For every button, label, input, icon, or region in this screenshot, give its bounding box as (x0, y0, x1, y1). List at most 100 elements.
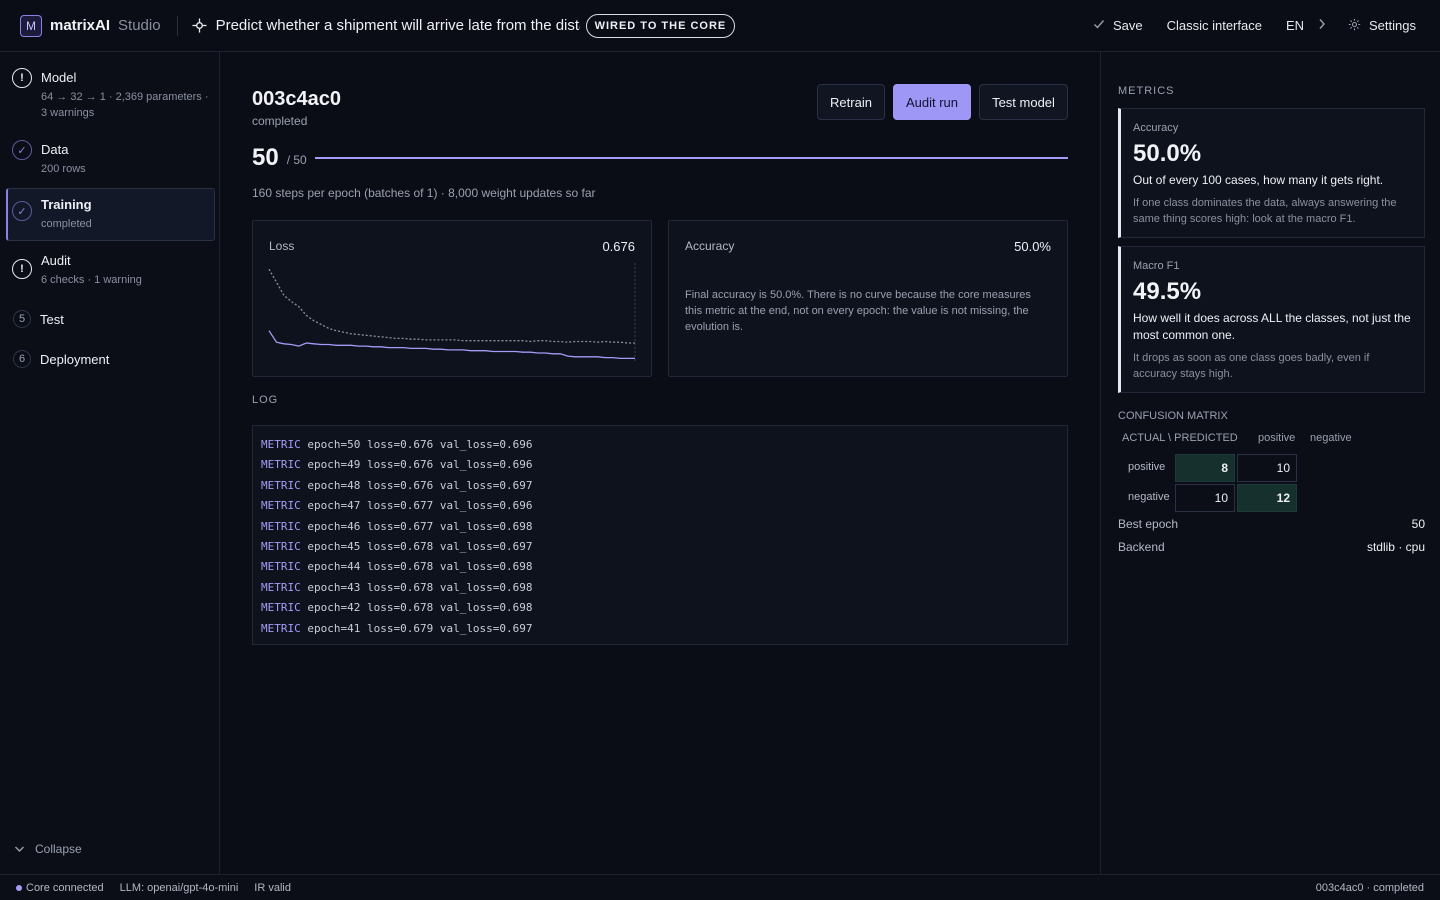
step-subtitle: completed (41, 218, 92, 230)
log-text: epoch=44 loss=0.678 val_loss=0.698 (300, 560, 533, 574)
log-keyword: METRIC (261, 642, 301, 644)
best-epoch-label: Best epoch (1118, 517, 1179, 531)
check-icon: ✓ (12, 201, 32, 221)
best-epoch-row: Best epoch 50 (1118, 517, 1425, 531)
metric-description: Out of every 100 cases, how many it gets… (1133, 173, 1384, 187)
progress-bar (314, 157, 1068, 159)
llm-status: LLM: openai/gpt-4o-mini (119, 881, 239, 894)
best-epoch-value: 50 (1411, 517, 1425, 531)
collapse-label: Collapse (35, 842, 82, 856)
log-keyword: METRIC (261, 519, 301, 533)
brand[interactable]: M matrixAI Studio (20, 14, 161, 37)
step-title: Model (41, 70, 77, 85)
status-dot-icon (16, 884, 22, 891)
log-line: METRIC epoch=46 loss=0.677 val_loss=0.69… (261, 517, 1059, 537)
status-bar: Core connected LLM: openai/gpt-4o-mini I… (0, 874, 1440, 900)
log-text: epoch=41 loss=0.679 val_loss=0.697 (300, 621, 533, 635)
brand-name: matrixAI (50, 17, 111, 34)
backend-row: Backend stdlib · cpu (1118, 540, 1425, 554)
metric-note: It drops as soon as one class goes badly… (1133, 352, 1370, 380)
log-text: epoch=47 loss=0.677 val_loss=0.696 (300, 499, 533, 513)
logo-icon: M (20, 14, 42, 37)
log-keyword: METRIC (261, 601, 301, 615)
log-line: METRIC epoch=47 loss=0.677 val_loss=0.69… (261, 496, 1059, 516)
confusion-cell: 8 (1175, 454, 1235, 482)
log-console[interactable]: METRIC epoch=50 loss=0.676 val_loss=0.69… (252, 425, 1068, 645)
sidebar-step-model[interactable]: ! Model 64 → 32 → 1 · 2,369 parameters ·… (6, 68, 215, 122)
log-line: METRIC epoch=41 loss=0.679 val_loss=0.69… (261, 619, 1059, 639)
project-node-icon (192, 18, 208, 34)
log-text: epoch=49 loss=0.676 val_loss=0.696 (300, 458, 533, 472)
log-line: METRIC epoch=50 loss=0.676 val_loss=0.69… (261, 435, 1059, 455)
log-keyword: METRIC (261, 540, 301, 554)
loss-panel: Loss 0.676 (252, 220, 652, 377)
sidebar-step-data[interactable]: ✓ Data 200 rows (6, 140, 215, 180)
train-loss-line (268, 330, 635, 360)
loss-value: 0.676 (602, 239, 635, 254)
loss-label: Loss (269, 239, 295, 253)
epoch-current: 50 (252, 144, 279, 171)
log-line: METRIC epoch=44 loss=0.678 val_loss=0.69… (261, 557, 1059, 577)
confusion-cell: 12 (1237, 484, 1297, 512)
metric-label: Macro F1 (1133, 260, 1180, 272)
step-subtitle: 64 → 32 → 1 · 2,369 parameters · 3 warni… (41, 91, 209, 119)
confusion-cell: 10 (1237, 454, 1297, 482)
backend-value: stdlib · cpu (1366, 540, 1425, 554)
settings-label: Settings (1369, 18, 1416, 33)
accuracy-note: Final accuracy is 50.0%. There is no cur… (685, 289, 1031, 333)
audit-run-button[interactable]: Audit run (893, 84, 971, 120)
step-title: Test (40, 311, 64, 327)
step-title: Deployment (40, 351, 110, 367)
project-title[interactable]: Predict whether a shipment will arrive l… (216, 17, 580, 34)
settings-button[interactable]: Settings (1348, 18, 1416, 34)
log-keyword: METRIC (261, 499, 301, 513)
val-loss-line (268, 268, 635, 344)
step-number: 6 (13, 350, 31, 368)
confusion-row-positive: positive (1128, 461, 1166, 473)
step-subtitle: 200 rows (41, 163, 86, 175)
wired-badge: WIRED TO THE CORE (585, 13, 736, 38)
metric-value: 49.5% (1133, 278, 1202, 305)
sidebar-step-deployment[interactable]: 6 Deployment (6, 348, 215, 370)
classic-interface-button[interactable]: Classic interface (1167, 18, 1262, 33)
save-label: Save (1112, 18, 1143, 33)
metric-description: How well it does across ALL the classes,… (1133, 311, 1411, 342)
top-bar: M matrixAI Studio Predict whether a ship… (0, 0, 1440, 52)
sidebar-step-audit[interactable]: ! Audit 6 checks · 1 warning (6, 251, 215, 291)
core-status-label: Core connected (26, 881, 104, 894)
training-view: 003c4ac0 completed Retrain Audit run Tes… (220, 52, 1100, 874)
collapse-button[interactable]: Collapse (14, 842, 82, 856)
sidebar-step-test[interactable]: 5 Test (6, 308, 215, 330)
pipeline-sidebar: ! Model 64 → 32 → 1 · 2,369 parameters ·… (0, 52, 220, 874)
language-label: EN (1285, 18, 1305, 33)
run-status: completed (252, 114, 308, 128)
chevron-right-icon (1318, 18, 1326, 33)
confusion-label: CONFUSION MATRIX (1118, 410, 1228, 422)
metric-label: Accuracy (1133, 122, 1179, 134)
confusion-cell: 10 (1175, 484, 1235, 512)
log-line: METRIC epoch=48 loss=0.676 val_loss=0.69… (261, 476, 1059, 496)
sidebar-step-training[interactable]: ✓ Training completed (6, 188, 215, 241)
check-icon (1093, 18, 1105, 33)
metric-value: 50.0% (1133, 140, 1202, 167)
test-model-button[interactable]: Test model (979, 84, 1068, 120)
language-switcher[interactable]: EN (1286, 18, 1326, 33)
confusion-col-positive: positive (1258, 432, 1296, 444)
epoch-progress: 50 / 50 (252, 144, 1068, 172)
accuracy-panel: Accuracy 50.0% Final accuracy is 50.0%. … (668, 220, 1068, 377)
core-status: Core connected (16, 882, 104, 894)
accuracy-card: Accuracy 50.0% Out of every 100 cases, h… (1118, 108, 1425, 238)
classic-label: Classic interface (1166, 18, 1262, 33)
confusion-corner: ACTUAL \ PREDICTED (1122, 432, 1238, 444)
log-label: LOG (252, 394, 279, 406)
save-button[interactable]: Save (1093, 18, 1143, 33)
log-text: epoch=48 loss=0.676 val_loss=0.697 (300, 478, 533, 492)
log-line: METRIC epoch=42 loss=0.678 val_loss=0.69… (261, 598, 1059, 618)
log-keyword: METRIC (261, 478, 301, 492)
epoch-total: / 50 (286, 153, 307, 167)
retrain-button[interactable]: Retrain (817, 84, 885, 120)
log-text: epoch=45 loss=0.678 val_loss=0.697 (300, 540, 533, 554)
log-text: epoch=46 loss=0.677 val_loss=0.698 (300, 519, 533, 533)
metrics-label: METRICS (1118, 85, 1175, 97)
log-line: METRIC epoch=40 loss=0.679 val_loss=0.69… (261, 639, 1059, 644)
